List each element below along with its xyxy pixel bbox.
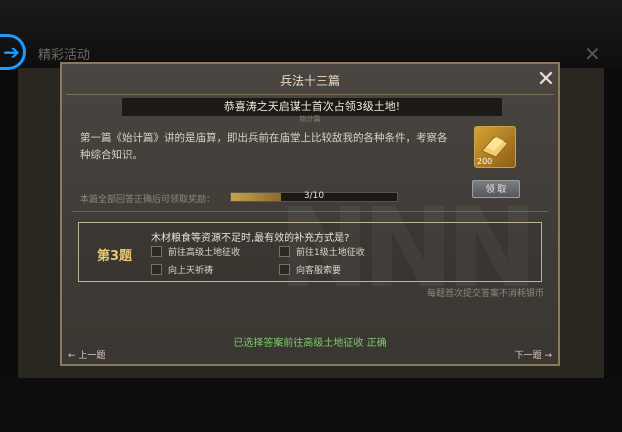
checkbox-icon[interactable] — [279, 264, 290, 275]
option-label: 向上天祈祷 — [168, 266, 214, 276]
chapter-subtitle: 始计篇 — [299, 115, 321, 123]
reward-quantity: 200 — [477, 157, 493, 166]
background-close-icon[interactable]: ✕ — [584, 42, 601, 66]
option-label: 前往高级土地征收 — [168, 248, 241, 258]
title-divider — [66, 94, 554, 95]
answer-option-3[interactable]: 向上天祈祷 — [151, 263, 213, 276]
arrow-right-icon: → — [544, 351, 552, 361]
answer-option-2[interactable]: 前往1级土地征收 — [279, 245, 365, 258]
checkbox-icon[interactable] — [151, 246, 162, 257]
free-answer-note: 每题首次提交答案不消耗银币 — [426, 289, 544, 299]
dialog-title: 兵法十三篇 — [279, 74, 340, 88]
next-question-button[interactable]: 下一题 → — [515, 348, 552, 361]
checkbox-icon[interactable] — [151, 264, 162, 275]
option-label: 前往1级土地征收 — [296, 248, 365, 258]
question-box: 第3题 木材粮食等资源不足时,最有效的补充方式是? 前往高级土地征收 前往1级土… — [78, 222, 542, 282]
question-text: 木材粮食等资源不足时,最有效的补充方式是? — [151, 233, 350, 244]
answer-result: 已选择答案前往高级土地征收 正确 — [233, 338, 387, 349]
chapter-description: 第一篇《始计篇》讲的是庙算，即出兵前在庙堂上比较敌我的各种条件，考察各种综合知识… — [80, 132, 448, 161]
answer-option-4[interactable]: 向客服索要 — [279, 263, 341, 276]
background-footer — [0, 378, 622, 432]
quiz-dialog: NNN 兵法十三篇 ✕ 恭喜涛之天启谋士首次占领3级土地! 始计篇 第一篇《始计… — [60, 62, 560, 366]
gold-ingot-icon: 200 — [474, 126, 516, 168]
background-title: 精彩活动 — [38, 48, 91, 63]
claim-button[interactable]: 领 取 — [472, 180, 520, 198]
arrow-left-icon: ← — [68, 351, 76, 361]
section-divider — [72, 211, 548, 212]
question-number: 第3题 — [97, 249, 133, 264]
progress-text: 3/10 — [303, 191, 325, 201]
prev-label: 上一题 — [78, 351, 106, 361]
close-icon[interactable]: ✕ — [534, 68, 558, 92]
next-label: 下一题 — [514, 351, 542, 361]
progress-bar: 3/10 — [230, 191, 398, 202]
background-header — [0, 0, 622, 68]
option-label: 向客服索要 — [296, 266, 342, 276]
previous-question-button[interactable]: ← 上一题 — [68, 348, 105, 361]
checkbox-icon[interactable] — [279, 246, 290, 257]
answer-option-1[interactable]: 前往高级土地征收 — [151, 245, 240, 258]
progress-label: 本篇全部回答正确后可领取奖励： — [80, 195, 216, 205]
